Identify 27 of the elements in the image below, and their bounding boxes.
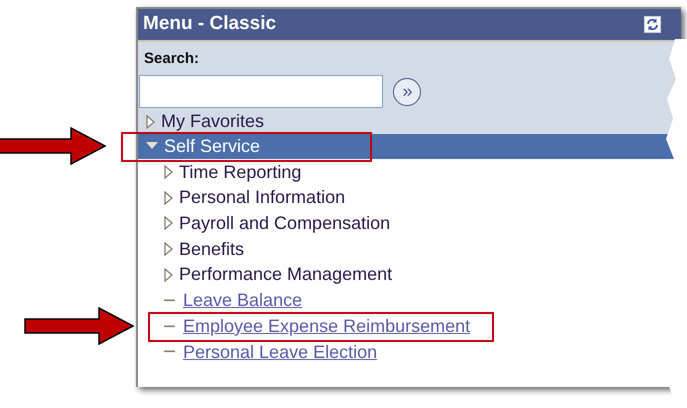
menu-item[interactable]: My Favorites bbox=[161, 111, 264, 132]
collapsed-triangle-icon[interactable] bbox=[164, 268, 173, 282]
menu-item[interactable]: Performance Management bbox=[179, 264, 392, 286]
menu-link[interactable]: Employee Expense Reimbursement bbox=[183, 316, 470, 336]
expanded-triangle-icon[interactable] bbox=[146, 142, 158, 150]
search-field[interactable] bbox=[139, 74, 383, 108]
search-label: Search: bbox=[144, 49, 200, 69]
collapsed-triangle-icon[interactable] bbox=[164, 216, 173, 230]
arrow-icon bbox=[24, 307, 134, 346]
menu-item[interactable]: Personal Information bbox=[179, 187, 346, 208]
menu-item[interactable]: Self Service bbox=[164, 136, 260, 157]
dash-icon bbox=[164, 298, 175, 302]
dash-icon bbox=[164, 350, 175, 354]
dash-icon bbox=[164, 324, 175, 328]
menu-link[interactable]: Leave Balance bbox=[183, 290, 302, 311]
menu-item[interactable]: Payroll and Compensation bbox=[179, 213, 390, 234]
search-go-button[interactable]: » bbox=[393, 78, 421, 106]
collapsed-triangle-icon[interactable] bbox=[164, 165, 173, 180]
menu-item[interactable]: Benefits bbox=[179, 238, 244, 260]
menu-link[interactable]: Personal Leave Election bbox=[183, 342, 378, 362]
arrow-icon bbox=[0, 127, 106, 166]
menu-title: Menu - Classic bbox=[143, 12, 276, 36]
collapsed-triangle-icon[interactable] bbox=[146, 114, 155, 128]
collapsed-triangle-icon[interactable] bbox=[164, 242, 173, 256]
menu-item[interactable]: Time Reporting bbox=[179, 162, 302, 182]
collapsed-triangle-icon[interactable] bbox=[164, 190, 173, 205]
refresh-icon[interactable] bbox=[644, 16, 661, 33]
